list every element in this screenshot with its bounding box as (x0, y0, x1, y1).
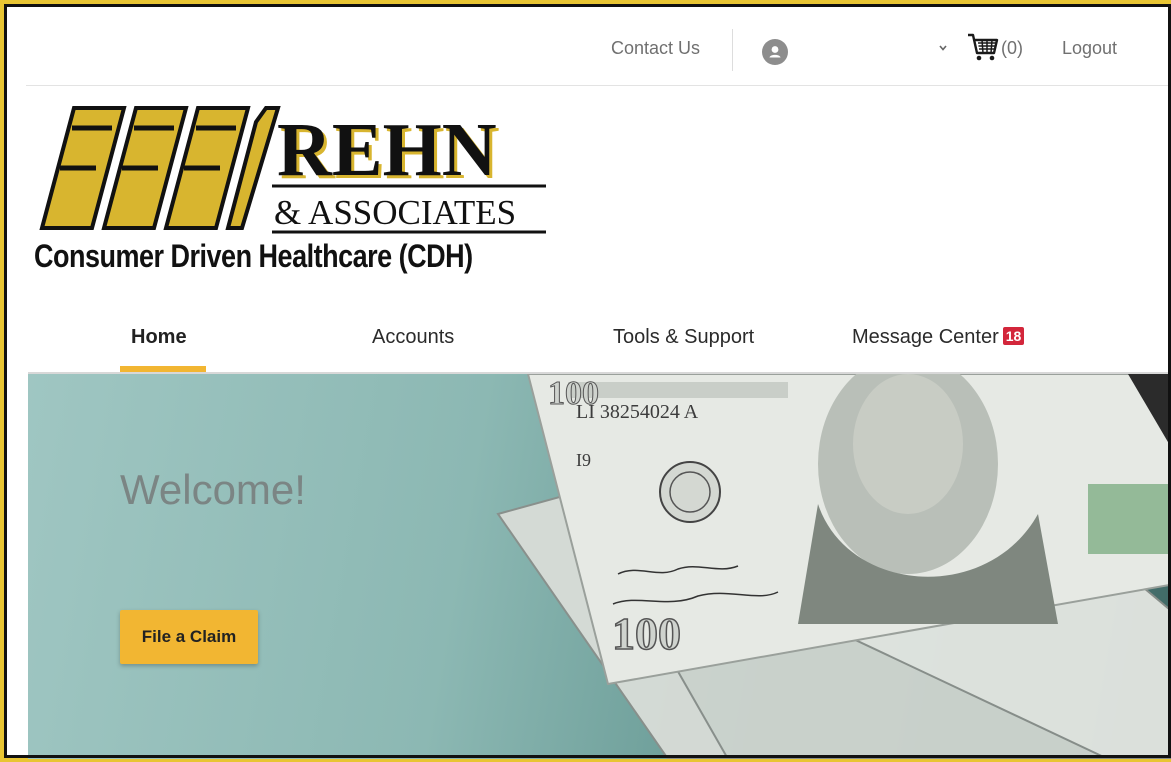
logout-link[interactable]: Logout (1062, 11, 1117, 85)
file-claim-button[interactable]: File a Claim (120, 610, 258, 664)
logo-brand: REHN (277, 108, 497, 192)
chevron-down-icon[interactable] (936, 41, 950, 55)
nav-tools-support[interactable]: Tools & Support (613, 326, 754, 349)
nav-accounts[interactable]: Accounts (372, 326, 454, 349)
logo-emblem-icon (39, 106, 281, 230)
svg-text:I9: I9 (576, 450, 591, 470)
money-image: LI 38254024 A I9 100 100 (496, 374, 1171, 759)
message-count-badge: 18 (1002, 327, 1025, 345)
welcome-heading: Welcome! (120, 466, 306, 513)
svg-text:100: 100 (612, 608, 681, 659)
hero-banner: LI 38254024 A I9 100 100 Welcome! File a… (28, 372, 1171, 759)
nav-home[interactable]: Home (131, 326, 187, 349)
cart-count[interactable]: (0) (1001, 11, 1023, 85)
nav-message-center[interactable]: Message Center 18 (852, 326, 1025, 349)
user-avatar-icon[interactable] (762, 39, 788, 65)
utility-divider (732, 29, 733, 71)
logo-associates: & ASSOCIATES (274, 193, 516, 232)
app-frame: Contact Us (0) Logout REHN REHN & ASSOCI… (0, 0, 1171, 762)
contact-us-link[interactable]: Contact Us (611, 11, 700, 85)
main-nav: Home Accounts Tools & Support Message Ce… (26, 304, 1171, 372)
cart-icon[interactable] (966, 31, 1000, 63)
logo-tagline: Consumer Driven Healthcare (CDH) (34, 238, 473, 274)
svg-text:100: 100 (548, 375, 599, 412)
utility-bar: Contact Us (0) Logout (26, 11, 1171, 86)
nav-message-center-label: Message Center (852, 326, 999, 348)
